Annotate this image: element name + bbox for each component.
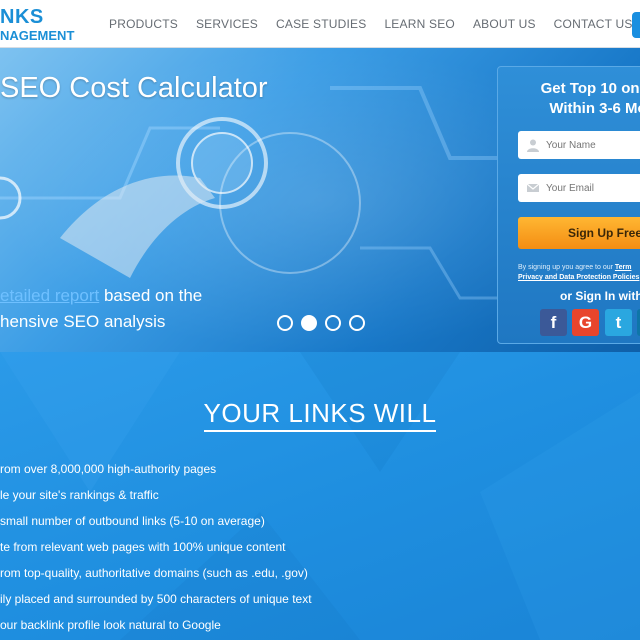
terms-prefix: By signing up you agree to our bbox=[518, 264, 615, 271]
slider-dot-4[interactable] bbox=[349, 315, 365, 331]
or-sign-in-label: or Sign In with bbox=[560, 289, 640, 303]
detailed-report-link[interactable]: etailed report bbox=[0, 286, 99, 305]
list-item: le your site's rankings & traffic bbox=[0, 488, 159, 502]
signup-title-line1: Get Top 10 on G bbox=[540, 80, 640, 97]
email-input[interactable] bbox=[546, 182, 640, 194]
signup-panel: Get Top 10 on G Within 3-6 Mo Sign Up Fr… bbox=[497, 66, 640, 344]
hero-subtitle-text: based on the bbox=[99, 286, 203, 305]
list-item: rom top-quality, authoritative domains (… bbox=[0, 566, 308, 580]
hero-subtitle-line2: hensive SEO analysis bbox=[0, 312, 166, 331]
section-title: YOUR LINKS WILL bbox=[0, 398, 640, 432]
nav-about-us[interactable]: ABOUT US bbox=[464, 17, 545, 31]
email-field[interactable] bbox=[518, 174, 640, 202]
terms-link[interactable]: Term bbox=[615, 264, 632, 271]
sign-up-free-button[interactable]: Sign Up Free bbox=[518, 217, 640, 249]
nav-products[interactable]: PRODUCTS bbox=[100, 17, 187, 31]
site-header: NKS NAGEMENT PRODUCTS SERVICES CASE STUD… bbox=[0, 0, 640, 48]
list-item: our backlink profile look natural to Goo… bbox=[0, 618, 221, 632]
nav-learn-seo[interactable]: LEARN SEO bbox=[375, 17, 464, 31]
benefits-list: rom over 8,000,000 high-authority pages … bbox=[0, 461, 312, 640]
slider-dot-1[interactable] bbox=[277, 315, 293, 331]
main-nav: PRODUCTS SERVICES CASE STUDIES LEARN SEO… bbox=[100, 0, 640, 48]
nav-services[interactable]: SERVICES bbox=[187, 17, 267, 31]
nav-contact-us[interactable]: CONTACT US bbox=[545, 17, 640, 31]
list-item: ily placed and surrounded by 500 charact… bbox=[0, 592, 312, 606]
list-item: te from relevant web pages with 100% uni… bbox=[0, 540, 286, 554]
list-item: rom over 8,000,000 high-authority pages bbox=[0, 462, 217, 476]
slider-dot-2[interactable] bbox=[301, 315, 317, 331]
signup-panel-title: Get Top 10 on G Within 3-6 Mo bbox=[498, 79, 640, 119]
slider-dots bbox=[277, 315, 365, 331]
header-cta-button[interactable] bbox=[632, 12, 640, 38]
logo-text-bottom: NAGEMENT bbox=[0, 28, 75, 43]
name-input[interactable] bbox=[546, 139, 640, 151]
envelope-icon bbox=[526, 181, 540, 195]
logo-text-top: NKS bbox=[0, 6, 44, 28]
signup-title-line2: Within 3-6 Mo bbox=[549, 100, 640, 117]
hero-subtitle-line1: etailed report based on the bbox=[0, 286, 202, 306]
nav-case-studies[interactable]: CASE STUDIES bbox=[267, 17, 375, 31]
site-logo[interactable]: NKS NAGEMENT bbox=[0, 4, 90, 44]
name-field[interactable] bbox=[518, 131, 640, 159]
hero-title: SEO Cost Calculator bbox=[0, 72, 268, 104]
user-icon bbox=[526, 138, 540, 152]
slider-dot-3[interactable] bbox=[325, 315, 341, 331]
twitter-icon[interactable]: t bbox=[605, 309, 632, 336]
facebook-icon[interactable]: f bbox=[540, 309, 567, 336]
list-item: small number of outbound links (5-10 on … bbox=[0, 514, 265, 528]
google-icon[interactable]: G bbox=[572, 309, 599, 336]
terms-text: By signing up you agree to our Term Priva… bbox=[518, 263, 640, 283]
privacy-policy-link[interactable]: Privacy and Data Protection Policies bbox=[518, 274, 639, 281]
benefits-section: YOUR LINKS WILL rom over 8,000,000 high-… bbox=[0, 352, 640, 640]
section-title-text: YOUR LINKS WILL bbox=[203, 398, 437, 432]
